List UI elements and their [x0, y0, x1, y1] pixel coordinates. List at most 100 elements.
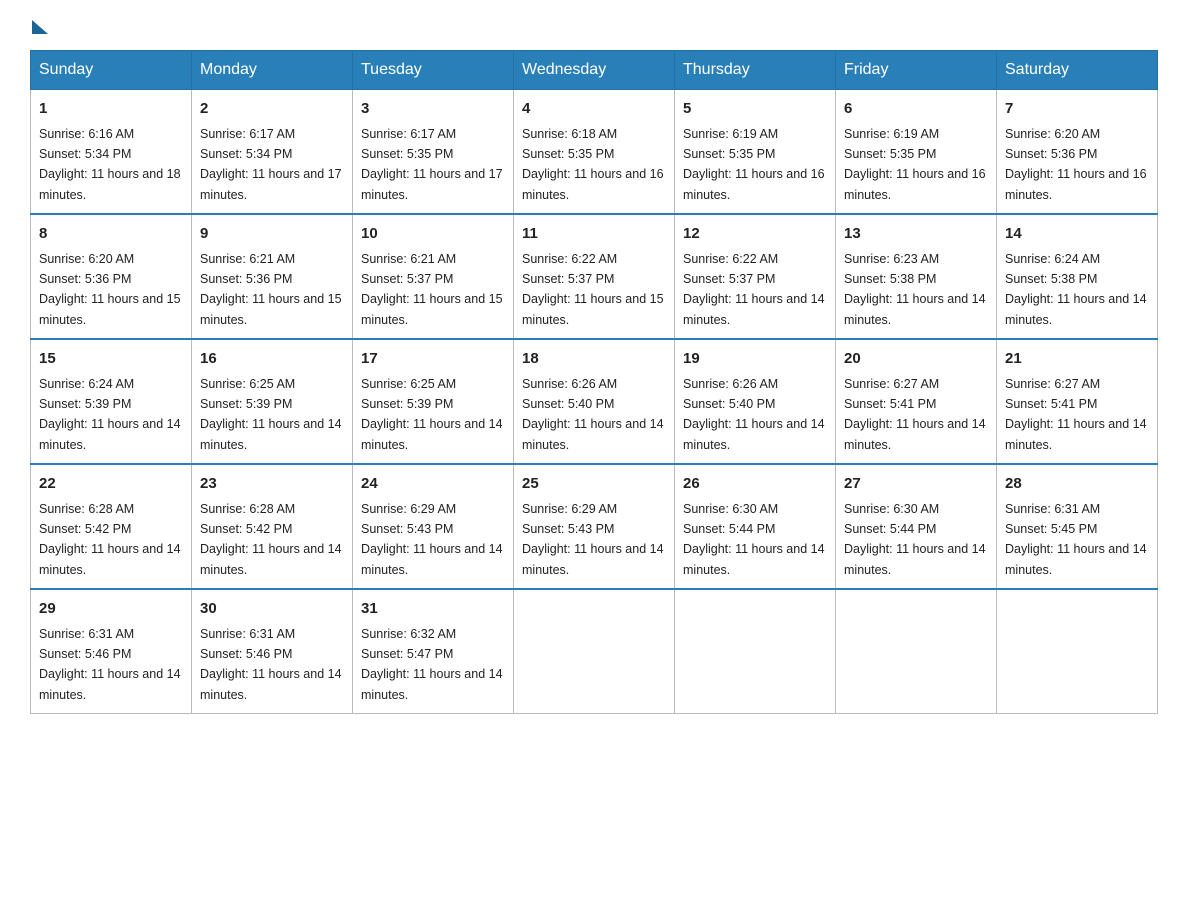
- calendar-cell: 2 Sunrise: 6:17 AMSunset: 5:34 PMDayligh…: [192, 90, 353, 215]
- day-info: Sunrise: 6:28 AMSunset: 5:42 PMDaylight:…: [200, 502, 342, 577]
- day-number: 29: [39, 598, 183, 621]
- day-number: 7: [1005, 98, 1149, 121]
- day-number: 12: [683, 223, 827, 246]
- day-info: Sunrise: 6:30 AMSunset: 5:44 PMDaylight:…: [683, 502, 825, 577]
- calendar-cell: 13 Sunrise: 6:23 AMSunset: 5:38 PMDaylig…: [836, 214, 997, 339]
- header-sunday: Sunday: [31, 51, 192, 90]
- calendar-cell: 18 Sunrise: 6:26 AMSunset: 5:40 PMDaylig…: [514, 339, 675, 464]
- calendar-cell: 24 Sunrise: 6:29 AMSunset: 5:43 PMDaylig…: [353, 464, 514, 589]
- day-number: 2: [200, 98, 344, 121]
- day-number: 21: [1005, 348, 1149, 371]
- calendar-cell: 19 Sunrise: 6:26 AMSunset: 5:40 PMDaylig…: [675, 339, 836, 464]
- day-info: Sunrise: 6:25 AMSunset: 5:39 PMDaylight:…: [200, 377, 342, 452]
- calendar-cell: [836, 589, 997, 714]
- day-number: 9: [200, 223, 344, 246]
- day-info: Sunrise: 6:24 AMSunset: 5:39 PMDaylight:…: [39, 377, 181, 452]
- calendar-cell: 16 Sunrise: 6:25 AMSunset: 5:39 PMDaylig…: [192, 339, 353, 464]
- day-info: Sunrise: 6:28 AMSunset: 5:42 PMDaylight:…: [39, 502, 181, 577]
- calendar-cell: 12 Sunrise: 6:22 AMSunset: 5:37 PMDaylig…: [675, 214, 836, 339]
- day-info: Sunrise: 6:16 AMSunset: 5:34 PMDaylight:…: [39, 127, 181, 202]
- day-number: 4: [522, 98, 666, 121]
- day-info: Sunrise: 6:29 AMSunset: 5:43 PMDaylight:…: [361, 502, 503, 577]
- day-number: 26: [683, 473, 827, 496]
- day-info: Sunrise: 6:21 AMSunset: 5:37 PMDaylight:…: [361, 252, 503, 327]
- week-row-4: 22 Sunrise: 6:28 AMSunset: 5:42 PMDaylig…: [31, 464, 1158, 589]
- calendar-cell: [997, 589, 1158, 714]
- day-info: Sunrise: 6:17 AMSunset: 5:35 PMDaylight:…: [361, 127, 503, 202]
- day-info: Sunrise: 6:27 AMSunset: 5:41 PMDaylight:…: [844, 377, 986, 452]
- day-info: Sunrise: 6:23 AMSunset: 5:38 PMDaylight:…: [844, 252, 986, 327]
- calendar-cell: 9 Sunrise: 6:21 AMSunset: 5:36 PMDayligh…: [192, 214, 353, 339]
- day-info: Sunrise: 6:32 AMSunset: 5:47 PMDaylight:…: [361, 627, 503, 702]
- week-row-3: 15 Sunrise: 6:24 AMSunset: 5:39 PMDaylig…: [31, 339, 1158, 464]
- day-number: 19: [683, 348, 827, 371]
- day-number: 8: [39, 223, 183, 246]
- calendar-table: SundayMondayTuesdayWednesdayThursdayFrid…: [30, 50, 1158, 714]
- calendar-cell: 30 Sunrise: 6:31 AMSunset: 5:46 PMDaylig…: [192, 589, 353, 714]
- day-number: 27: [844, 473, 988, 496]
- calendar-cell: 15 Sunrise: 6:24 AMSunset: 5:39 PMDaylig…: [31, 339, 192, 464]
- header-saturday: Saturday: [997, 51, 1158, 90]
- header-thursday: Thursday: [675, 51, 836, 90]
- calendar-cell: 6 Sunrise: 6:19 AMSunset: 5:35 PMDayligh…: [836, 90, 997, 215]
- day-info: Sunrise: 6:19 AMSunset: 5:35 PMDaylight:…: [683, 127, 825, 202]
- calendar-cell: 5 Sunrise: 6:19 AMSunset: 5:35 PMDayligh…: [675, 90, 836, 215]
- calendar-cell: 8 Sunrise: 6:20 AMSunset: 5:36 PMDayligh…: [31, 214, 192, 339]
- week-row-5: 29 Sunrise: 6:31 AMSunset: 5:46 PMDaylig…: [31, 589, 1158, 714]
- calendar-cell: 29 Sunrise: 6:31 AMSunset: 5:46 PMDaylig…: [31, 589, 192, 714]
- day-info: Sunrise: 6:27 AMSunset: 5:41 PMDaylight:…: [1005, 377, 1147, 452]
- day-info: Sunrise: 6:22 AMSunset: 5:37 PMDaylight:…: [683, 252, 825, 327]
- header-friday: Friday: [836, 51, 997, 90]
- day-info: Sunrise: 6:31 AMSunset: 5:46 PMDaylight:…: [200, 627, 342, 702]
- day-info: Sunrise: 6:26 AMSunset: 5:40 PMDaylight:…: [522, 377, 664, 452]
- calendar-cell: 4 Sunrise: 6:18 AMSunset: 5:35 PMDayligh…: [514, 90, 675, 215]
- day-number: 14: [1005, 223, 1149, 246]
- day-number: 11: [522, 223, 666, 246]
- day-info: Sunrise: 6:31 AMSunset: 5:46 PMDaylight:…: [39, 627, 181, 702]
- day-info: Sunrise: 6:21 AMSunset: 5:36 PMDaylight:…: [200, 252, 342, 327]
- day-number: 15: [39, 348, 183, 371]
- logo-arrow-icon: [32, 20, 48, 34]
- day-number: 17: [361, 348, 505, 371]
- calendar-cell: 28 Sunrise: 6:31 AMSunset: 5:45 PMDaylig…: [997, 464, 1158, 589]
- day-number: 6: [844, 98, 988, 121]
- day-number: 22: [39, 473, 183, 496]
- day-number: 5: [683, 98, 827, 121]
- day-info: Sunrise: 6:31 AMSunset: 5:45 PMDaylight:…: [1005, 502, 1147, 577]
- calendar-cell: 22 Sunrise: 6:28 AMSunset: 5:42 PMDaylig…: [31, 464, 192, 589]
- page-header: [30, 20, 1158, 30]
- day-info: Sunrise: 6:18 AMSunset: 5:35 PMDaylight:…: [522, 127, 664, 202]
- week-row-2: 8 Sunrise: 6:20 AMSunset: 5:36 PMDayligh…: [31, 214, 1158, 339]
- day-number: 24: [361, 473, 505, 496]
- day-number: 25: [522, 473, 666, 496]
- calendar-cell: 23 Sunrise: 6:28 AMSunset: 5:42 PMDaylig…: [192, 464, 353, 589]
- calendar-cell: 26 Sunrise: 6:30 AMSunset: 5:44 PMDaylig…: [675, 464, 836, 589]
- day-info: Sunrise: 6:19 AMSunset: 5:35 PMDaylight:…: [844, 127, 986, 202]
- day-info: Sunrise: 6:20 AMSunset: 5:36 PMDaylight:…: [39, 252, 181, 327]
- header-monday: Monday: [192, 51, 353, 90]
- day-number: 20: [844, 348, 988, 371]
- week-row-1: 1 Sunrise: 6:16 AMSunset: 5:34 PMDayligh…: [31, 90, 1158, 215]
- calendar-cell: 31 Sunrise: 6:32 AMSunset: 5:47 PMDaylig…: [353, 589, 514, 714]
- day-info: Sunrise: 6:22 AMSunset: 5:37 PMDaylight:…: [522, 252, 664, 327]
- day-info: Sunrise: 6:30 AMSunset: 5:44 PMDaylight:…: [844, 502, 986, 577]
- calendar-cell: [514, 589, 675, 714]
- day-number: 16: [200, 348, 344, 371]
- day-info: Sunrise: 6:29 AMSunset: 5:43 PMDaylight:…: [522, 502, 664, 577]
- day-number: 10: [361, 223, 505, 246]
- day-number: 28: [1005, 473, 1149, 496]
- calendar-cell: 14 Sunrise: 6:24 AMSunset: 5:38 PMDaylig…: [997, 214, 1158, 339]
- header-tuesday: Tuesday: [353, 51, 514, 90]
- calendar-cell: 27 Sunrise: 6:30 AMSunset: 5:44 PMDaylig…: [836, 464, 997, 589]
- calendar-cell: 25 Sunrise: 6:29 AMSunset: 5:43 PMDaylig…: [514, 464, 675, 589]
- day-number: 3: [361, 98, 505, 121]
- calendar-cell: 20 Sunrise: 6:27 AMSunset: 5:41 PMDaylig…: [836, 339, 997, 464]
- calendar-cell: 11 Sunrise: 6:22 AMSunset: 5:37 PMDaylig…: [514, 214, 675, 339]
- calendar-cell: 21 Sunrise: 6:27 AMSunset: 5:41 PMDaylig…: [997, 339, 1158, 464]
- day-number: 1: [39, 98, 183, 121]
- day-number: 23: [200, 473, 344, 496]
- day-info: Sunrise: 6:17 AMSunset: 5:34 PMDaylight:…: [200, 127, 342, 202]
- calendar-cell: 3 Sunrise: 6:17 AMSunset: 5:35 PMDayligh…: [353, 90, 514, 215]
- calendar-cell: 1 Sunrise: 6:16 AMSunset: 5:34 PMDayligh…: [31, 90, 192, 215]
- day-number: 30: [200, 598, 344, 621]
